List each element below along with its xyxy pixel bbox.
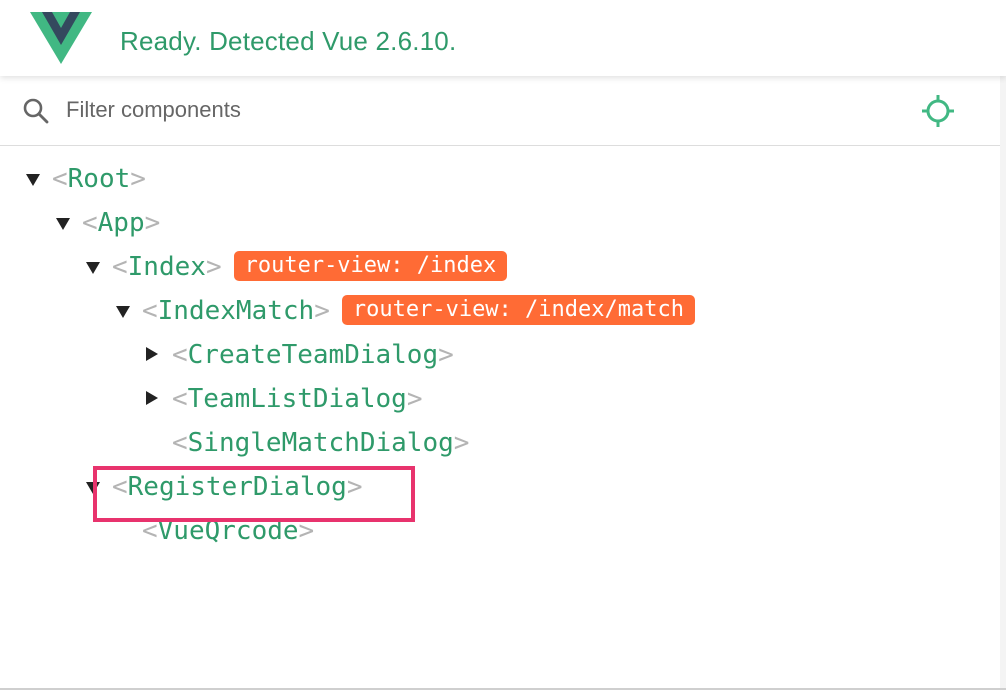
collapse-arrow-icon[interactable] bbox=[146, 391, 158, 405]
expand-arrow-icon[interactable] bbox=[116, 306, 130, 318]
expand-arrow-icon[interactable] bbox=[56, 218, 70, 230]
node-label: <App> bbox=[82, 208, 161, 238]
node-label: <TeamListDialog> bbox=[172, 384, 423, 414]
node-label: <VueQrcode> bbox=[142, 516, 315, 546]
tree-node-vueqrcode[interactable]: <VueQrcode> bbox=[116, 511, 314, 551]
expand-arrow-icon[interactable] bbox=[86, 482, 100, 494]
tree-node-teamlistdialog[interactable]: <TeamListDialog> bbox=[146, 379, 422, 419]
node-label: <IndexMatch> bbox=[142, 296, 330, 326]
tree-node-index[interactable]: <Index> router-view: /index bbox=[86, 247, 508, 287]
expand-arrow-icon[interactable] bbox=[26, 174, 40, 186]
tree-node-app[interactable]: <App> bbox=[56, 203, 160, 243]
node-label: <CreateTeamDialog> bbox=[172, 340, 454, 370]
node-label: <Index> bbox=[112, 252, 222, 282]
tree-node-singlematchdialog[interactable]: <SingleMatchDialog> bbox=[146, 423, 469, 463]
tree-node-root[interactable]: <Root> bbox=[26, 159, 146, 199]
search-icon bbox=[23, 98, 49, 124]
scrollbar-track[interactable] bbox=[1000, 76, 1006, 688]
node-label: <SingleMatchDialog> bbox=[172, 428, 470, 458]
node-label: <RegisterDialog> bbox=[112, 472, 363, 502]
node-label: <Root> bbox=[52, 164, 146, 194]
tree-node-registerdialog[interactable]: <RegisterDialog> bbox=[86, 467, 362, 507]
devtools-header: Ready. Detected Vue 2.6.10. bbox=[0, 0, 1006, 76]
router-view-badge: router-view: /index/match bbox=[341, 294, 695, 325]
router-view-badge: router-view: /index bbox=[233, 250, 508, 281]
filter-bar bbox=[0, 76, 1006, 146]
tree-node-indexmatch[interactable]: <IndexMatch> router-view: /index/match bbox=[116, 291, 695, 331]
status-text: Ready. Detected Vue 2.6.10. bbox=[120, 26, 457, 56]
filter-components-input[interactable] bbox=[66, 94, 766, 126]
vue-logo-icon bbox=[30, 12, 92, 64]
collapse-arrow-icon[interactable] bbox=[146, 347, 158, 361]
crosshair-icon[interactable] bbox=[920, 93, 956, 129]
expand-arrow-icon[interactable] bbox=[86, 262, 100, 274]
bottom-divider bbox=[0, 688, 1006, 690]
tree-node-createteamdialog[interactable]: <CreateTeamDialog> bbox=[146, 335, 454, 375]
component-tree: <Root> <App> <Index> router-view: /index … bbox=[0, 146, 1006, 686]
